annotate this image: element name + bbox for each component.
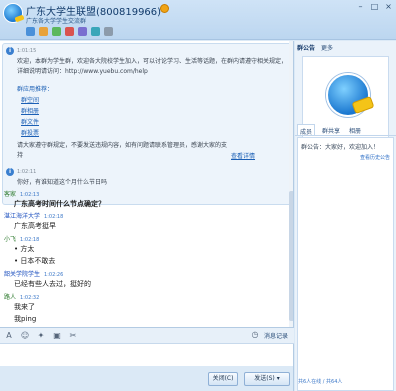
app-icon[interactable] <box>52 27 61 36</box>
message-text: • 日本不敢去 <box>14 257 56 265</box>
maximize-icon[interactable]: □ <box>369 2 380 11</box>
tab-announcement[interactable]: 群公告 <box>297 43 315 53</box>
title-bar: 广东大学生联盟(800819966) 广东各大学学生交流群 – □ × <box>0 0 396 40</box>
tab-share[interactable]: 群共享 <box>320 124 342 135</box>
link-group-files[interactable]: 群文件 <box>21 117 39 126</box>
message-sender[interactable]: 客家 1:02:13 <box>4 189 39 198</box>
window-controls: – □ × <box>355 2 394 11</box>
info-icon: i <box>6 47 14 55</box>
message-text: 广东高考挺早 <box>14 222 56 230</box>
emoji-icon[interactable]: ☺ <box>20 331 30 341</box>
minimize-icon[interactable]: – <box>355 2 366 11</box>
message-text: 广东高考时间什么节点确定？ <box>14 200 105 208</box>
sidebar-panel: 群公告：大家好，欢迎加入！ 查看历史公告 <box>297 137 394 391</box>
verified-badge-icon <box>160 4 169 13</box>
panel-link[interactable]: 查看历史公告 <box>360 154 390 161</box>
notice-text: 欢迎，本群为学生群，欢迎各大院校学生加入，可以讨论学习、生活等话题，在群内请遵守… <box>17 58 288 75</box>
bottom-bar: 关闭(C) 发送(S) ▾ <box>0 366 294 391</box>
settings-icon[interactable] <box>104 27 113 36</box>
message-sender[interactable]: 韶关学院学生 1:02:26 <box>4 269 63 278</box>
member-tabs: 成员 群共享 相册 <box>295 124 396 136</box>
panel-text: 群公告：大家好，欢迎加入！ <box>301 144 380 151</box>
apps-header: 群应用推荐： <box>17 86 54 93</box>
notice-details-link[interactable]: 查看详情 <box>231 151 255 160</box>
title-toolbar <box>26 27 113 36</box>
screenshot-icon[interactable]: ✂ <box>68 331 78 341</box>
chat-scrollbar[interactable] <box>289 41 293 327</box>
scroll-thumb[interactable] <box>289 191 293 321</box>
message-input[interactable] <box>0 344 294 366</box>
file-icon[interactable] <box>91 27 100 36</box>
group-notice: i 1:01:15 欢迎，本群为学生群，欢迎各大院校学生加入，可以讨论学习、生活… <box>2 43 292 205</box>
message-sender[interactable]: 湛江海洋大学 1:02:18 <box>4 211 63 220</box>
image-icon[interactable]: ▣ <box>52 331 62 341</box>
group-logo-icon[interactable] <box>3 3 23 23</box>
history-area: ◷ 消息记录 <box>250 330 288 340</box>
history-icon[interactable]: ◷ <box>250 330 260 340</box>
tab-more[interactable]: 更多 <box>321 43 333 53</box>
message-time: 1:02:11 <box>17 169 37 175</box>
right-sidebar: 群公告 更多 成员 群共享 相册 群公告：大家好，欢迎加入！ 查看历史公告 共6… <box>295 41 396 391</box>
shake-icon[interactable]: ✦ <box>36 331 46 341</box>
link-group-space[interactable]: 群空间 <box>21 95 39 104</box>
window-subtitle: 广东各大学学生交流群 <box>26 18 87 25</box>
video-icon[interactable] <box>65 27 74 36</box>
notice-time: 1:01:15 <box>17 48 37 54</box>
online-count: 共6人在线 / 共64人 <box>298 379 343 385</box>
send-button[interactable]: 发送(S) ▾ <box>244 372 290 386</box>
input-toolbar: A ☺ ✦ ▣ ✂ ◷ 消息记录 <box>0 327 294 344</box>
group-avatar[interactable] <box>326 73 370 117</box>
chat-history[interactable]: i 1:01:15 欢迎，本群为学生群，欢迎各大院校学生加入，可以讨论学习、生活… <box>0 41 294 327</box>
message-text: 我ping <box>14 315 37 323</box>
tab-album[interactable]: 相册 <box>347 124 363 135</box>
members-icon[interactable] <box>26 27 35 36</box>
message-history-button[interactable]: 消息记录 <box>264 331 288 340</box>
font-icon[interactable]: A <box>4 331 14 341</box>
message-text: • 方太 <box>14 245 35 253</box>
system-message: 你好，有谁知道这个月什么节日吗 <box>17 179 108 186</box>
close-icon[interactable]: × <box>383 2 394 11</box>
sidebar-tabs: 群公告 更多 <box>295 43 396 53</box>
close-button[interactable]: 关闭(C) <box>208 372 238 386</box>
message-text: 已经有些人去过，挺好的 <box>14 280 91 288</box>
info-icon: i <box>6 168 14 176</box>
link-group-album[interactable]: 群相册 <box>21 106 39 115</box>
notice-footer-text: 请大家遵守群规定，不要发送违规内容，如有问题请联系管理员，感谢大家的支持 <box>17 142 228 159</box>
link-group-vote[interactable]: 群投票 <box>21 128 39 137</box>
message-text: 我来了 <box>14 303 35 311</box>
voice-icon[interactable] <box>78 27 87 36</box>
share-icon[interactable] <box>39 27 48 36</box>
message-sender[interactable]: 路人 1:02:32 <box>4 292 39 301</box>
message-sender[interactable]: 小飞 1:02:18 <box>4 234 39 243</box>
tab-members[interactable]: 成员 <box>297 124 316 136</box>
